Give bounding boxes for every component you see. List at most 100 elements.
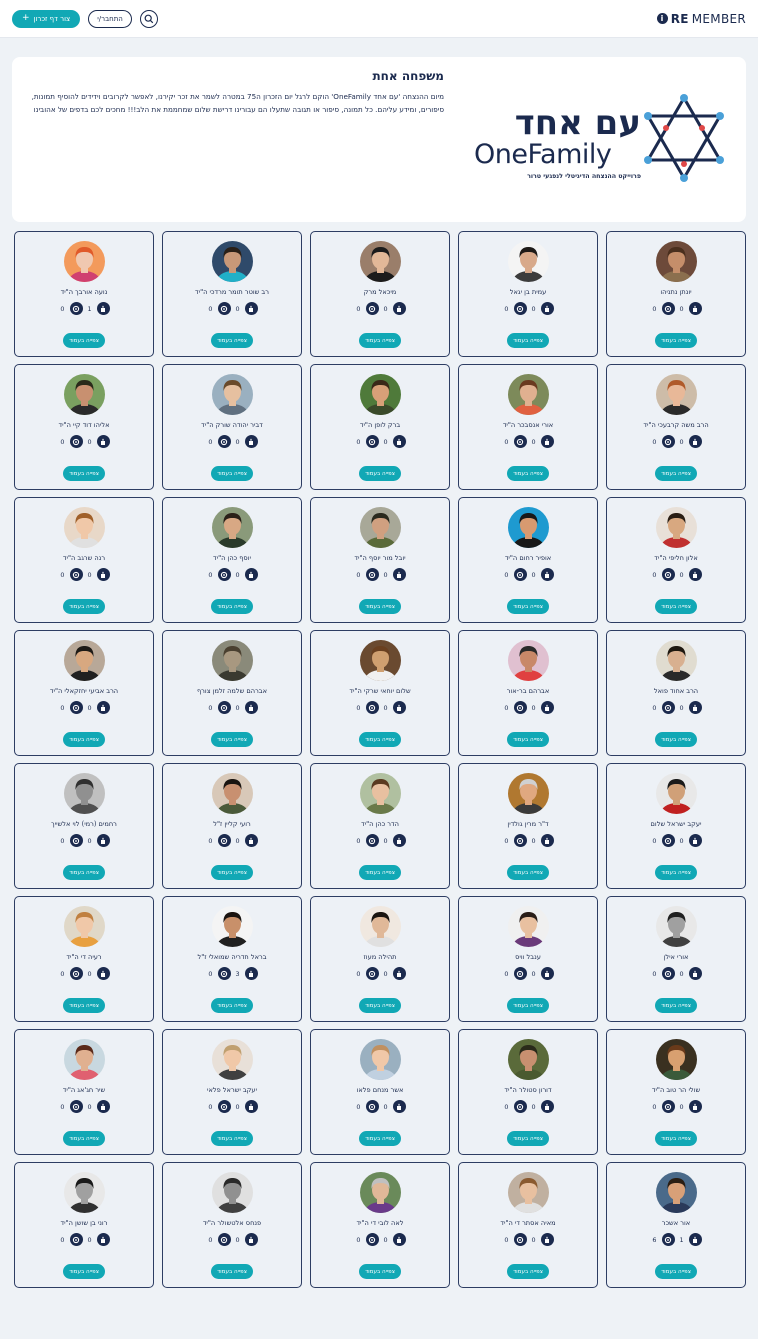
memorial-avatar[interactable] — [63, 773, 105, 814]
candle-icon[interactable] — [392, 967, 406, 980]
memorial-name[interactable]: אורי אילן — [611, 953, 741, 961]
memorial-name[interactable]: דביר יהודה שורק ה"יד — [167, 421, 297, 429]
flower-icon[interactable] — [365, 568, 379, 581]
memorial-card[interactable]: אלון חליפי ה"יד 0 0 צפייה בעמוד — [606, 497, 746, 623]
memorial-name[interactable]: יעקב ישראל שלום — [611, 820, 741, 828]
candle-icon[interactable] — [540, 1100, 554, 1113]
candle-icon[interactable] — [96, 435, 110, 448]
memorial-avatar[interactable] — [359, 374, 401, 415]
memorial-name[interactable]: יונתן נתניהו — [611, 288, 741, 296]
memorial-avatar[interactable] — [655, 374, 697, 415]
candle-icon[interactable] — [244, 302, 258, 315]
flower-icon[interactable] — [513, 435, 527, 448]
candle-icon[interactable] — [688, 302, 702, 315]
memorial-card[interactable]: ענבל וויס 0 0 צפייה בעמוד — [458, 896, 598, 1022]
flower-icon[interactable] — [69, 302, 83, 315]
memorial-name[interactable]: הרב אחוד פואל — [611, 687, 741, 695]
view-page-button[interactable]: צפייה בעמוד — [359, 466, 401, 481]
view-page-button[interactable]: צפייה בעמוד — [655, 1264, 697, 1279]
view-page-button[interactable]: צפייה בעמוד — [507, 998, 549, 1013]
view-page-button[interactable]: צפייה בעמוד — [63, 1131, 105, 1146]
view-page-button[interactable]: צפייה בעמוד — [507, 732, 549, 747]
flower-icon[interactable] — [661, 568, 675, 581]
memorial-avatar[interactable] — [211, 906, 253, 947]
memorial-name[interactable]: עמית בן יגאל — [463, 288, 593, 296]
memorial-avatar[interactable] — [359, 241, 401, 282]
candle-icon[interactable] — [96, 568, 110, 581]
view-page-button[interactable]: צפייה בעמוד — [211, 732, 253, 747]
flower-icon[interactable] — [217, 435, 231, 448]
view-page-button[interactable]: צפייה בעמוד — [655, 732, 697, 747]
candle-icon[interactable] — [392, 834, 406, 847]
candle-icon[interactable] — [688, 1233, 702, 1246]
memorial-avatar[interactable] — [655, 640, 697, 681]
flower-icon[interactable] — [69, 1233, 83, 1246]
view-page-button[interactable]: צפייה בעמוד — [655, 333, 697, 348]
view-page-button[interactable]: צפייה בעמוד — [359, 1264, 401, 1279]
candle-icon[interactable] — [688, 435, 702, 448]
memorial-avatar[interactable] — [655, 773, 697, 814]
memorial-card[interactable]: לאה לובי די ה"יד 0 0 צפייה בעמוד — [310, 1162, 450, 1288]
memorial-name[interactable]: הדר כהן ה"יד — [315, 820, 445, 828]
memorial-name[interactable]: לאה לובי די ה"יד — [315, 1219, 445, 1227]
memorial-avatar[interactable] — [507, 1172, 549, 1213]
memorial-name[interactable]: דורון סטולר ה"יד — [463, 1086, 593, 1094]
memorial-avatar[interactable] — [211, 1039, 253, 1080]
view-page-button[interactable]: צפייה בעמוד — [211, 1264, 253, 1279]
memorial-name[interactable]: מאיה אסתר די ה"יד — [463, 1219, 593, 1227]
flower-icon[interactable] — [513, 302, 527, 315]
memorial-name[interactable]: יוסף כהן ה"יד — [167, 554, 297, 562]
candle-icon[interactable] — [392, 1100, 406, 1113]
view-page-button[interactable]: צפייה בעמוד — [211, 1131, 253, 1146]
candle-icon[interactable] — [688, 568, 702, 581]
memorial-name[interactable]: אברהם שלמה זלמן צורף — [167, 687, 297, 695]
flower-icon[interactable] — [661, 701, 675, 714]
memorial-card[interactable]: הרב אחוד פואל 0 0 צפייה בעמוד — [606, 630, 746, 756]
memorial-name[interactable]: נועה אורבך ה"יד — [19, 288, 149, 296]
memorial-card[interactable]: פנחס אלטשולר ה"יד 0 0 צפייה בעמוד — [162, 1162, 302, 1288]
memorial-name[interactable]: שלום יוחאי שרקי ה"יד — [315, 687, 445, 695]
flower-icon[interactable] — [69, 834, 83, 847]
memorial-avatar[interactable] — [507, 241, 549, 282]
flower-icon[interactable] — [365, 1100, 379, 1113]
flower-icon[interactable] — [69, 568, 83, 581]
memorial-name[interactable]: רעיה די ה"יד — [19, 953, 149, 961]
memorial-avatar[interactable] — [63, 507, 105, 548]
memorial-card[interactable]: רחמים (רמי) לוי אלשייך 0 0 צפייה בעמוד — [14, 763, 154, 889]
memorial-name[interactable]: יובל מור יוסף ה"יד — [315, 554, 445, 562]
memorial-name[interactable]: שיר חג'אג ה"יד — [19, 1086, 149, 1094]
flower-icon[interactable] — [217, 568, 231, 581]
flower-icon[interactable] — [661, 1233, 675, 1246]
memorial-name[interactable]: תהילה מעוז — [315, 953, 445, 961]
view-page-button[interactable]: צפייה בעמוד — [63, 599, 105, 614]
search-button[interactable] — [139, 9, 158, 28]
memorial-avatar[interactable] — [211, 507, 253, 548]
candle-icon[interactable] — [244, 435, 258, 448]
flower-icon[interactable] — [661, 1100, 675, 1113]
memorial-avatar[interactable] — [211, 241, 253, 282]
view-page-button[interactable]: צפייה בעמוד — [63, 466, 105, 481]
flower-icon[interactable] — [69, 967, 83, 980]
candle-icon[interactable] — [96, 701, 110, 714]
flower-icon[interactable] — [69, 1100, 83, 1113]
memorial-avatar[interactable] — [211, 640, 253, 681]
flower-icon[interactable] — [217, 1233, 231, 1246]
memorial-name[interactable]: רועי קליין ז"ל — [167, 820, 297, 828]
memorial-avatar[interactable] — [655, 906, 697, 947]
memorial-card[interactable]: יוסף כהן ה"יד 0 0 צפייה בעמוד — [162, 497, 302, 623]
candle-icon[interactable] — [688, 701, 702, 714]
view-page-button[interactable]: צפייה בעמוד — [359, 599, 401, 614]
memorial-avatar[interactable] — [655, 1039, 697, 1080]
candle-icon[interactable] — [392, 435, 406, 448]
memorial-name[interactable]: מיכאל מרק — [315, 288, 445, 296]
create-memorial-button[interactable]: + צור דף זכרון — [12, 9, 81, 28]
memorial-name[interactable]: ברק לופן ה"יד — [315, 421, 445, 429]
memorial-name[interactable]: בראל חדריה שמואלי ז"ל — [167, 953, 297, 961]
memorial-name[interactable]: הרב אביעי יחזקאלי ה"יד — [19, 687, 149, 695]
memorial-card[interactable]: ברק לופן ה"יד 0 0 צפייה בעמוד — [310, 364, 450, 490]
memorial-card[interactable]: הרב אביעי יחזקאלי ה"יד 0 0 צפייה בעמוד — [14, 630, 154, 756]
memorial-avatar[interactable] — [63, 906, 105, 947]
flower-icon[interactable] — [365, 967, 379, 980]
memorial-card[interactable]: ד"ר מרין גולדין 0 0 צפייה בעמוד — [458, 763, 598, 889]
candle-icon[interactable] — [96, 1100, 110, 1113]
